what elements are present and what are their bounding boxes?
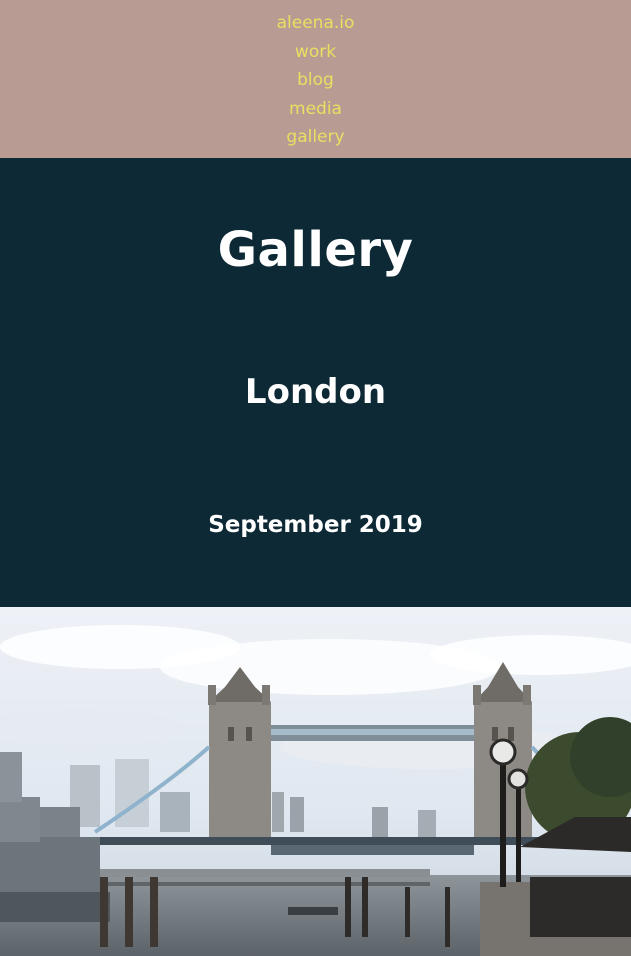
nav-link-home[interactable]: aleena.io — [277, 9, 355, 38]
nav-link-gallery[interactable]: gallery — [286, 123, 344, 152]
nav-link-media[interactable]: media — [289, 95, 342, 124]
top-navigation: aleena.io work blog media gallery — [0, 0, 631, 158]
page-title: Gallery — [217, 222, 414, 278]
gallery-hero: Gallery London September 2019 — [0, 158, 631, 607]
gallery-subtitle: London — [244, 372, 387, 412]
tower-bridge-photo — [0, 607, 631, 956]
nav-link-blog[interactable]: blog — [297, 66, 334, 95]
gallery-date: September 2019 — [208, 512, 423, 538]
nav-link-work[interactable]: work — [295, 38, 336, 67]
gallery-photo[interactable] — [0, 607, 631, 956]
